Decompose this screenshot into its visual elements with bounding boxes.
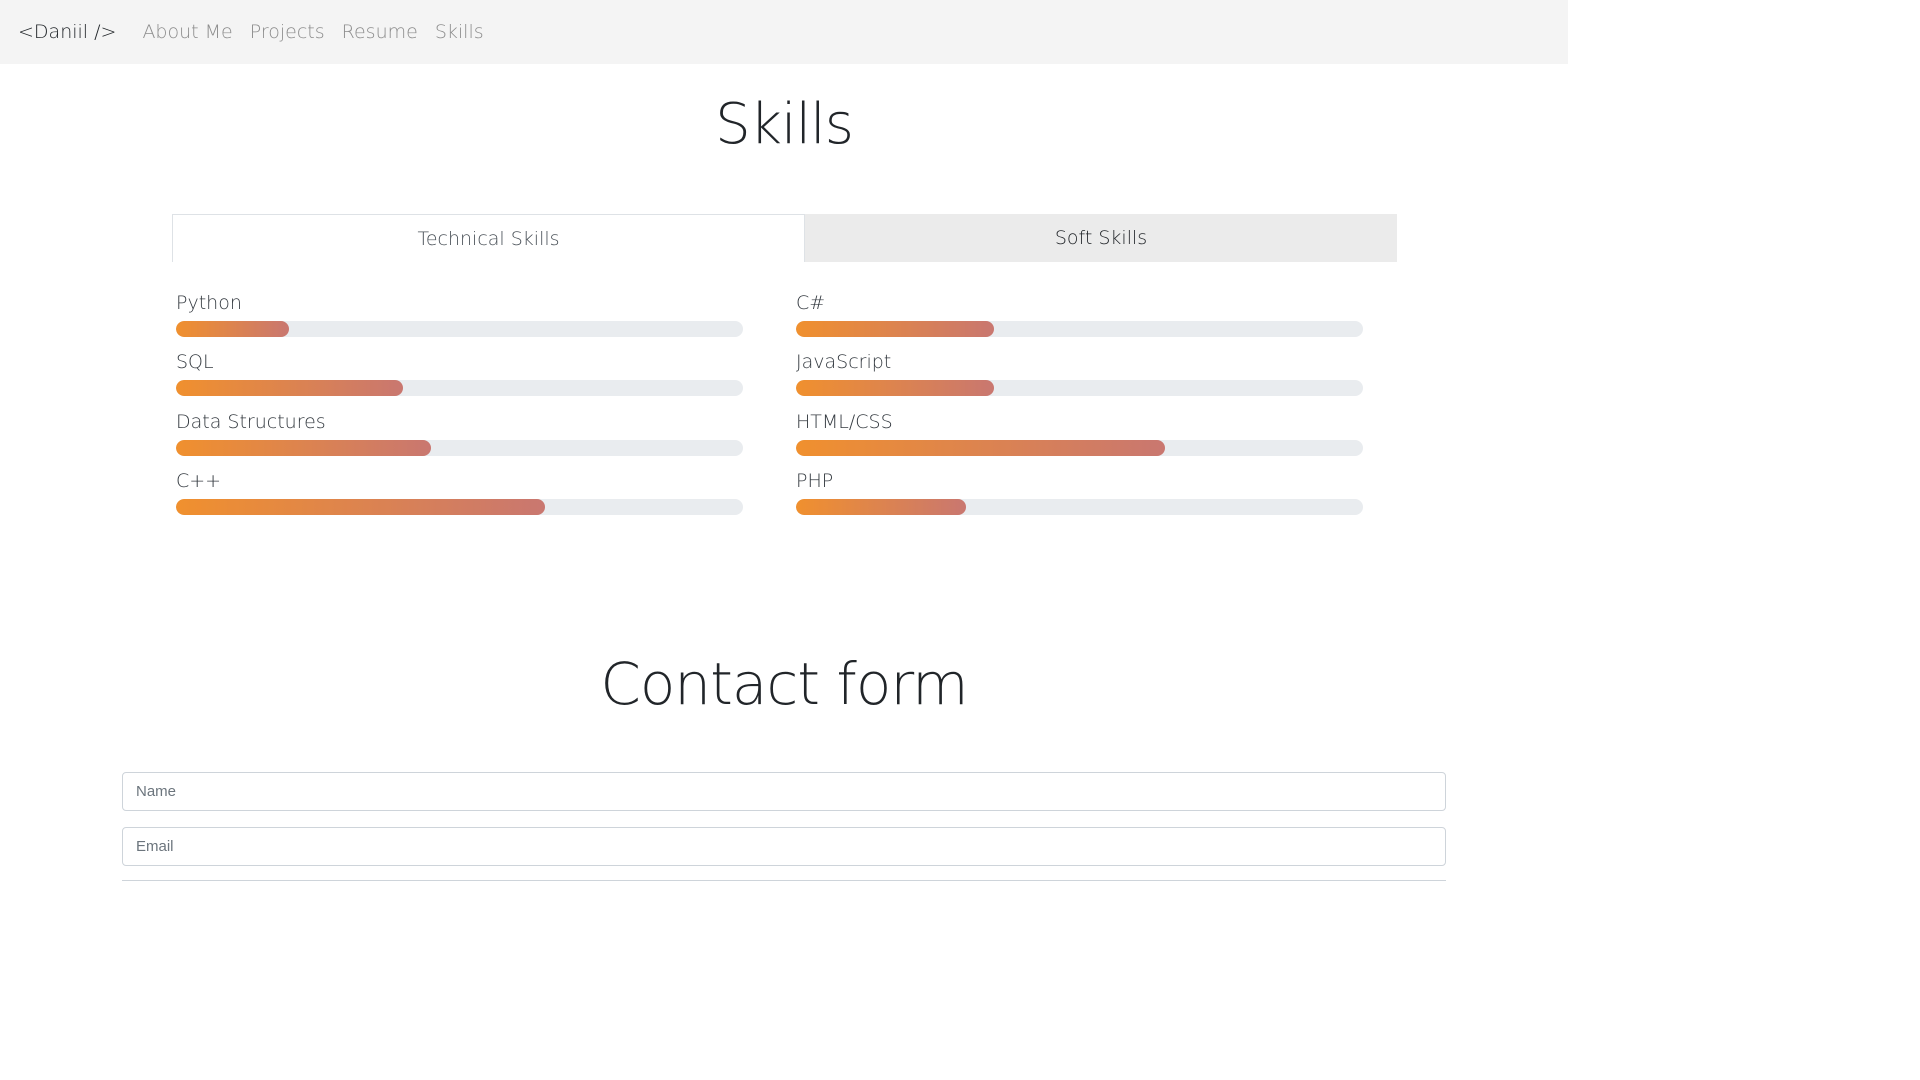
skills-column-left: Python SQL Data Structures C++: [176, 289, 743, 526]
skill-item: SQL: [176, 348, 743, 407]
skill-progress-fill: [796, 321, 995, 337]
skill-label: C#: [796, 292, 826, 314]
nav-link-resume[interactable]: Resume: [342, 21, 418, 43]
skill-progress-fill: [796, 439, 1165, 456]
skills-tabs: Technical Skills Soft Skills: [172, 214, 1397, 262]
skill-progress-fill: [176, 321, 290, 337]
skill-progress-bar: [796, 498, 1363, 515]
brand-link[interactable]: <Daniil />: [18, 21, 116, 43]
skill-label: C++: [176, 469, 222, 492]
nav-link-projects[interactable]: Projects: [250, 21, 325, 43]
skill-label: PHP: [796, 469, 834, 492]
skill-progress-fill: [796, 380, 995, 397]
navbar: <Daniil /> About Me Projects Resume Skil…: [0, 0, 1568, 64]
nav-link-about-me[interactable]: About Me: [142, 21, 232, 43]
skill-label: HTML/CSS: [796, 410, 893, 433]
skill-progress-fill: [796, 498, 967, 515]
message-field-edge[interactable]: [122, 880, 1446, 882]
skill-progress-bar: [176, 380, 743, 397]
skill-progress-fill: [176, 498, 545, 515]
tab-technical-skills[interactable]: Technical Skills: [172, 214, 805, 262]
skill-progress-bar: [176, 439, 743, 456]
skill-progress-bar: [176, 321, 743, 337]
skills-title: Skills: [715, 92, 854, 157]
skill-progress-bar: [176, 498, 743, 515]
skill-item: JavaScript: [796, 348, 1363, 407]
skill-item: Data Structures: [176, 408, 743, 467]
skill-progress-bar: [796, 380, 1363, 397]
skills-column-right: C# JavaScript HTML/CSS PHP: [796, 289, 1363, 526]
skill-label: Data Structures: [176, 410, 326, 433]
skill-item: C++: [176, 467, 743, 526]
email-input[interactable]: [122, 827, 1446, 866]
skill-label: Python: [176, 292, 242, 314]
skill-progress-fill: [176, 380, 403, 397]
skill-item: C#: [796, 289, 1363, 348]
skill-progress-fill: [176, 439, 432, 456]
skill-label: SQL: [176, 351, 214, 374]
skill-item: PHP: [796, 467, 1363, 526]
nav-link-skills[interactable]: Skills: [435, 21, 484, 43]
contact-form-title: Contact form: [600, 650, 968, 718]
skill-item: HTML/CSS: [796, 408, 1363, 467]
skill-progress-bar: [796, 439, 1363, 456]
skill-item: Python: [176, 289, 743, 348]
skill-label: JavaScript: [796, 351, 892, 374]
name-input[interactable]: [122, 772, 1446, 811]
tab-soft-skills[interactable]: Soft Skills: [805, 214, 1397, 262]
skill-progress-bar: [796, 321, 1363, 337]
